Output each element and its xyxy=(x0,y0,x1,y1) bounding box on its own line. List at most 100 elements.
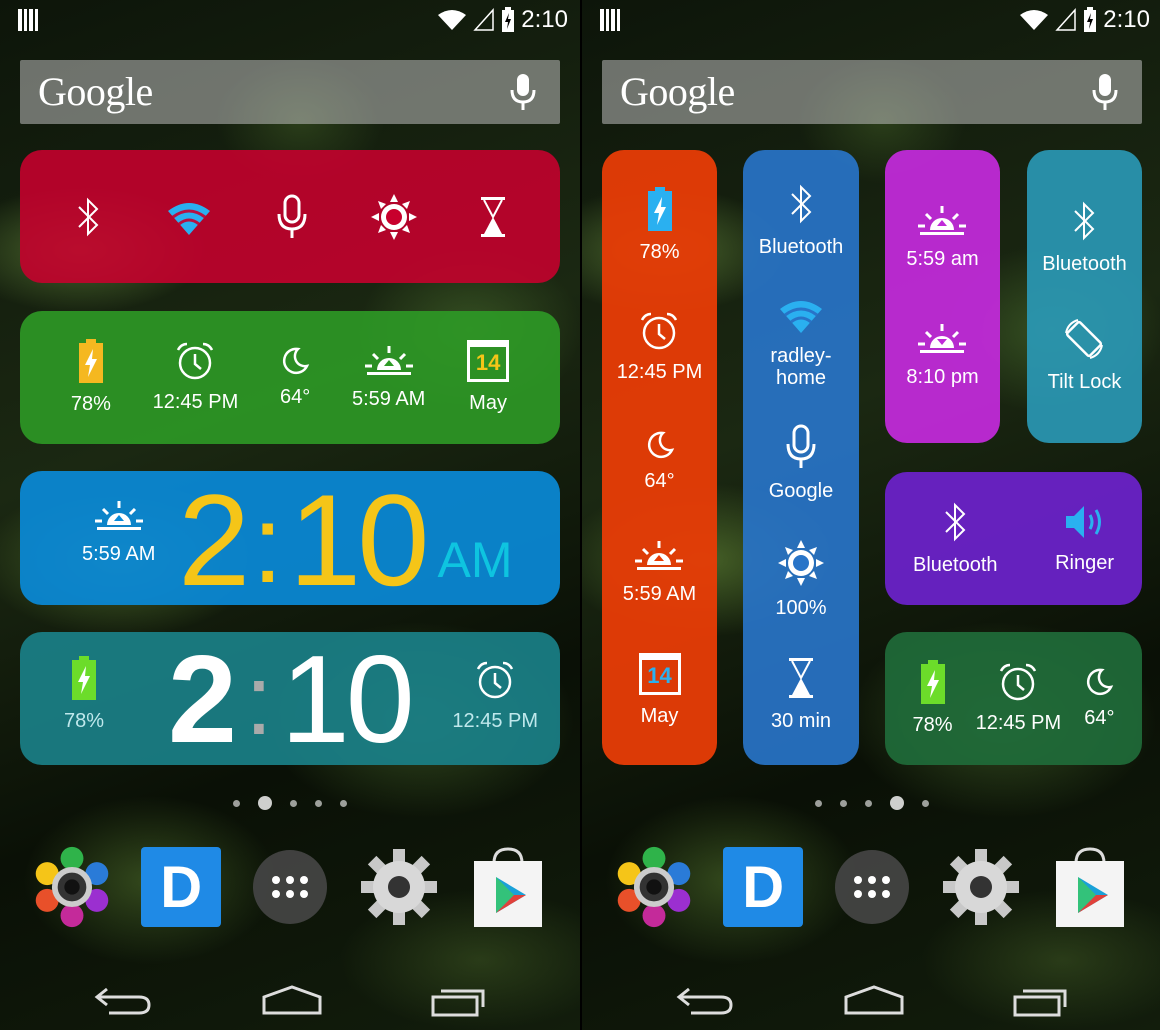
brightness-label: 100% xyxy=(775,597,827,620)
sunrise-label: 5:59 AM xyxy=(351,388,426,410)
sun-times-widget: 5:59 am 8:10 pm xyxy=(885,150,1000,443)
calendar-cell[interactable]: 14 May xyxy=(467,340,510,415)
calendar-day: 14 xyxy=(475,350,501,375)
rotation-label: Tilt Lock xyxy=(1047,371,1122,394)
voice-toggle[interactable]: Google xyxy=(768,424,834,503)
sunrise-cell[interactable]: 5:59 AM xyxy=(352,344,425,411)
moon-icon xyxy=(647,431,674,459)
homescreen-left: 2:10 Google 78% 12:45 PM 64° 5:59 AM 14 … xyxy=(0,0,580,1030)
sunrise-cell[interactable]: 5:59 am xyxy=(906,204,979,271)
page-indicator xyxy=(582,796,1160,810)
weather-cell[interactable]: 64° xyxy=(280,346,310,409)
recents-icon[interactable] xyxy=(431,983,487,1017)
calendar-icon: 14 xyxy=(467,340,510,382)
settings-gear-icon[interactable] xyxy=(357,845,441,929)
timeout-toggle[interactable]: 30 min xyxy=(771,656,831,733)
bluetooth-icon[interactable] xyxy=(73,195,103,239)
battery-cell[interactable]: 78% xyxy=(639,187,680,264)
battery-icon xyxy=(72,656,97,700)
bluetooth-icon xyxy=(791,184,812,224)
bluetooth-label: Bluetooth xyxy=(1042,252,1127,275)
app-flower-icon[interactable] xyxy=(612,845,696,929)
timer-icon xyxy=(789,658,813,699)
battery-cell[interactable]: 78% xyxy=(913,660,953,737)
dock: D xyxy=(582,845,1160,929)
homescreen-right: 2:10 Google 78% 12:45 PM 64° 5:59 AM 14 … xyxy=(580,0,1160,1030)
rotation-toggle[interactable]: Tilt Lock xyxy=(1047,317,1122,394)
wifi-label: radley- home xyxy=(770,344,832,389)
clock-widget-teal[interactable]: 78% 2 : 10 12:45 PM xyxy=(20,632,560,765)
clock-hour: 2 xyxy=(178,467,250,613)
toggle-column-widget: Bluetooth radley- home Google 100% 30 mi… xyxy=(743,150,859,765)
wifi-icon xyxy=(779,300,822,333)
wifi-toggle[interactable]: radley- home xyxy=(770,295,832,389)
cell-signal-icon xyxy=(473,8,495,31)
play-store-icon[interactable] xyxy=(1048,845,1132,929)
app-drawer-icon[interactable] xyxy=(830,845,914,929)
alarm-icon xyxy=(477,661,514,699)
play-store-icon[interactable] xyxy=(466,845,550,929)
clock-widget-blue[interactable]: 5:59 AM 2 : 10 AM xyxy=(20,471,560,605)
recents-icon[interactable] xyxy=(1013,983,1069,1017)
battery-label: 78% xyxy=(639,241,680,264)
ringer-toggle[interactable]: Ringer xyxy=(1055,502,1114,575)
temperature-label: 64° xyxy=(1084,707,1115,729)
home-icon[interactable] xyxy=(260,983,324,1017)
wifi-signal-icon xyxy=(438,10,467,30)
weather-cell[interactable]: 64° xyxy=(1084,667,1114,730)
sunrise-cell[interactable]: 5:59 AM xyxy=(623,539,696,606)
clock-minutes: 10 xyxy=(280,631,415,769)
bluetooth-toggle[interactable]: Bluetooth xyxy=(1042,199,1127,276)
weather-cell[interactable]: 64° xyxy=(644,430,675,493)
sunrise-label: 5:59 AM xyxy=(622,583,697,606)
sunset-cell[interactable]: 8:10 pm xyxy=(906,322,979,389)
battery-cell[interactable]: 78% xyxy=(71,339,111,416)
alarm-icon xyxy=(641,312,678,349)
mic-icon[interactable] xyxy=(508,72,538,112)
app-d-icon[interactable]: D xyxy=(721,845,805,929)
battery-icon xyxy=(78,339,103,383)
voice-label: Google xyxy=(768,480,834,503)
google-search-bar[interactable]: Google xyxy=(602,60,1142,124)
google-search-bar[interactable]: Google xyxy=(20,60,560,124)
alarm-cell[interactable]: 12:45 PM xyxy=(153,341,238,414)
bluetooth-label: Bluetooth xyxy=(913,554,998,576)
alarm-label: 12:45 PM xyxy=(975,712,1062,734)
info-column-widget: 78% 12:45 PM 64° 5:59 AM 14 May xyxy=(602,150,717,765)
moon-icon xyxy=(283,347,310,375)
alarm-icon xyxy=(1000,663,1037,701)
alarm-cell[interactable]: 12:45 PM xyxy=(617,311,702,384)
back-icon[interactable] xyxy=(93,983,153,1017)
back-icon[interactable] xyxy=(675,983,735,1017)
alarm-cell[interactable]: 12:45 PM xyxy=(975,662,1062,735)
google-logo: Google xyxy=(38,69,153,114)
sunrise-label: 5:59 am xyxy=(906,247,979,270)
brightness-toggle[interactable]: 100% xyxy=(775,539,827,620)
mic-icon[interactable] xyxy=(275,194,309,240)
timer-icon[interactable] xyxy=(479,195,507,239)
app-d-icon[interactable]: D xyxy=(139,845,223,929)
home-icon[interactable] xyxy=(842,983,906,1017)
mic-icon[interactable] xyxy=(1090,72,1120,112)
status-time: 2:10 xyxy=(1103,6,1150,33)
info-widget: 78% 12:45 PM 64° 5:59 AM 14 May xyxy=(20,311,560,444)
app-drawer-icon[interactable] xyxy=(248,845,332,929)
brightness-icon xyxy=(778,540,824,587)
status-bar: 2:10 xyxy=(0,0,580,40)
ringer-label: Ringer xyxy=(1055,552,1114,574)
battery-icon xyxy=(920,660,945,704)
sound-widget: Bluetooth Ringer xyxy=(885,472,1142,605)
nav-bar xyxy=(582,970,1160,1030)
clock-colon: : xyxy=(244,643,273,756)
clock-colon: : xyxy=(252,483,283,606)
settings-gear-icon[interactable] xyxy=(939,845,1023,929)
bluetooth-toggle[interactable]: Bluetooth xyxy=(913,500,998,577)
calendar-cell[interactable]: 14 May xyxy=(638,652,681,728)
temperature-label: 64° xyxy=(279,386,311,408)
bluetooth-toggle[interactable]: Bluetooth xyxy=(759,182,843,259)
brightness-icon[interactable] xyxy=(370,193,418,241)
battery-label: 78% xyxy=(912,714,953,736)
app-flower-icon[interactable] xyxy=(30,845,114,929)
battery-charging-icon xyxy=(502,7,515,32)
wifi-icon[interactable] xyxy=(164,197,214,237)
